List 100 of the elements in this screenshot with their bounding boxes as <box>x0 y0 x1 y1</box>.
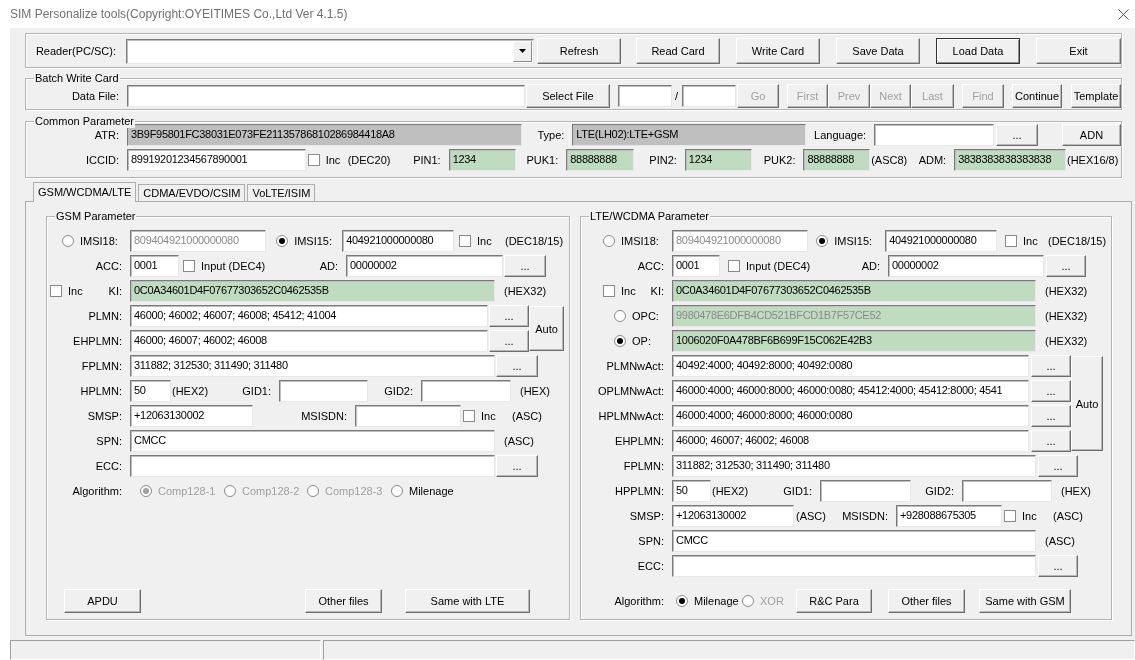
action-button[interactable]: Other files <box>888 589 965 613</box>
text-field[interactable]: 46000:4000; 46000:8000; 46000:0080 <box>672 405 1029 427</box>
tab[interactable]: CDMA/EVDO/CSIM <box>138 184 246 201</box>
text-field[interactable] <box>681 84 736 107</box>
text-field[interactable]: 00000002 <box>346 255 503 277</box>
tab[interactable]: VoLTE/ISIM <box>247 184 316 201</box>
action-button[interactable]: ... <box>1038 455 1078 477</box>
text-field[interactable]: +928088675305 <box>896 505 1002 527</box>
action-button[interactable]: ... <box>1046 255 1086 277</box>
checkbox[interactable]: Inc <box>307 154 346 166</box>
text-field[interactable] <box>130 455 495 477</box>
action-button[interactable]: Read Card <box>636 38 720 64</box>
text-field[interactable]: 88888888 <box>566 149 634 171</box>
text-field[interactable]: 0C0A34601D4F07677303652C0462535B <box>672 280 1036 302</box>
text-field[interactable]: 1006020F0A478BF6B699F15C062E42B3 <box>672 330 1036 352</box>
checkbox[interactable]: Inc <box>1004 510 1046 522</box>
text-field[interactable]: 311882; 312530; 311490; 311480 <box>130 355 495 377</box>
text-field[interactable]: CMCC <box>130 430 495 452</box>
text-field[interactable] <box>617 84 672 107</box>
text-field[interactable] <box>962 480 1052 502</box>
action-button[interactable]: Other files <box>305 589 382 613</box>
action-button[interactable]: Refresh <box>537 38 621 64</box>
action-button[interactable]: ... <box>1031 430 1071 452</box>
text-field[interactable]: 1234 <box>448 149 517 171</box>
checkbox[interactable]: Inc <box>1005 235 1046 247</box>
radio-button[interactable]: OP: <box>614 335 668 347</box>
text-field[interactable]: 00000002 <box>888 255 1044 277</box>
text-field[interactable]: 1234 <box>684 149 753 171</box>
action-button[interactable]: ADN <box>1062 124 1121 146</box>
text-field[interactable] <box>355 405 461 427</box>
text-field[interactable]: 46000; 46007; 46002; 46008 <box>672 430 1029 452</box>
action-button[interactable]: ... <box>489 330 529 352</box>
action-button[interactable]: Auto <box>1071 356 1103 451</box>
checkbox[interactable]: Inc <box>463 410 508 422</box>
unit-label: (HEX32) <box>1045 285 1089 297</box>
text-field[interactable]: 46000:4000; 46000:8000; 46000:0080; 45412:4000; 45412:8000; 4541 <box>672 380 1029 402</box>
text-field[interactable]: 50 <box>672 480 711 502</box>
action-button[interactable]: APDU <box>64 589 141 613</box>
text-field[interactable]: 46000; 46002; 46007; 46008; 45412; 41004 <box>130 305 488 327</box>
text-field[interactable] <box>874 124 994 146</box>
action-button[interactable]: Select File <box>525 83 610 108</box>
action-button[interactable]: ... <box>504 255 546 277</box>
text-field[interactable]: LTE(LH02):LTE+GSM <box>572 124 807 146</box>
field-label: PIN2: <box>648 154 678 166</box>
text-field[interactable] <box>820 480 911 502</box>
text-field[interactable]: 50 <box>130 380 171 402</box>
action-button[interactable]: Load Data <box>936 38 1020 64</box>
action-button[interactable]: ... <box>496 455 538 477</box>
text-field[interactable]: 404921000000080 <box>342 230 454 252</box>
checkbox[interactable]: Inc <box>459 235 501 247</box>
action-button[interactable]: Save Data <box>836 38 920 64</box>
text-field[interactable]: 311882; 312530; 311490; 311480 <box>672 455 1036 477</box>
close-icon[interactable] <box>1118 8 1129 20</box>
text-field[interactable]: +12063130002 <box>672 505 794 527</box>
action-button[interactable]: ... <box>1038 555 1078 577</box>
text-field[interactable]: 0001 <box>672 255 720 277</box>
text-field[interactable]: 89919201234567890001 <box>127 149 306 171</box>
radio-button[interactable]: Milenage <box>391 485 460 497</box>
action-button[interactable]: ... <box>1031 380 1071 402</box>
checkbox[interactable]: Input (DEC4) <box>183 260 276 272</box>
checkbox[interactable]: Inc <box>50 285 95 297</box>
action-button[interactable]: Write Card <box>736 38 820 64</box>
radio-button[interactable]: Milenage <box>676 595 740 607</box>
text-field[interactable]: 46000; 46007; 46002; 46008 <box>130 330 488 352</box>
action-button[interactable]: ... <box>489 305 529 327</box>
radio-button[interactable]: IMSI18: <box>62 235 126 247</box>
action-button[interactable]: ... <box>1031 355 1071 377</box>
action-button[interactable]: Continue <box>1012 83 1062 108</box>
text-field[interactable]: 3838383838383838 <box>954 149 1066 171</box>
tab[interactable]: GSM/WCDMA/LTE <box>33 182 137 202</box>
unit-label: (HEX16/8) <box>1067 154 1120 166</box>
radio-button[interactable]: OPC: <box>614 310 668 322</box>
text-field[interactable]: 0C0A34601D4F07677303652C0462535B <box>130 280 495 302</box>
text-field[interactable] <box>279 380 368 402</box>
action-button[interactable]: Exit <box>1036 38 1121 64</box>
radio-button[interactable]: IMSI15: <box>816 235 882 247</box>
checkbox[interactable]: Input (DEC4) <box>728 260 813 272</box>
action-button[interactable]: ... <box>996 124 1038 146</box>
text-field[interactable] <box>127 84 525 107</box>
field-label: HPLMNwAct: <box>597 410 665 422</box>
text-field[interactable]: +12063130002 <box>130 405 253 427</box>
action-button[interactable]: Same with LTE <box>405 589 530 613</box>
radio-button[interactable]: IMSI15: <box>276 235 339 247</box>
text-field[interactable]: 404921000000080 <box>885 230 997 252</box>
action-button[interactable]: Auto <box>529 306 564 351</box>
reader-dropdown[interactable] <box>126 38 534 64</box>
text-field[interactable]: 0001 <box>130 255 179 277</box>
radio-button[interactable]: IMSI18: <box>603 235 668 247</box>
text-field[interactable] <box>421 380 511 402</box>
action-button[interactable]: ... <box>496 355 538 377</box>
text-field[interactable] <box>672 555 1036 577</box>
action-button[interactable]: Template <box>1071 83 1121 108</box>
checkbox[interactable]: Inc <box>603 285 640 297</box>
text-field[interactable]: 40492:4000; 40492:8000; 40492:0080 <box>672 355 1029 377</box>
action-button[interactable]: ... <box>1031 405 1071 427</box>
text-field[interactable]: 3B9F95801FC38031E073FE21135786810286984418A8 <box>127 124 523 146</box>
action-button[interactable]: Same with GSM <box>979 589 1071 613</box>
text-field[interactable]: 88888888 <box>803 149 871 171</box>
action-button[interactable]: R&C Para <box>796 589 872 613</box>
text-field[interactable]: CMCC <box>672 530 1036 552</box>
